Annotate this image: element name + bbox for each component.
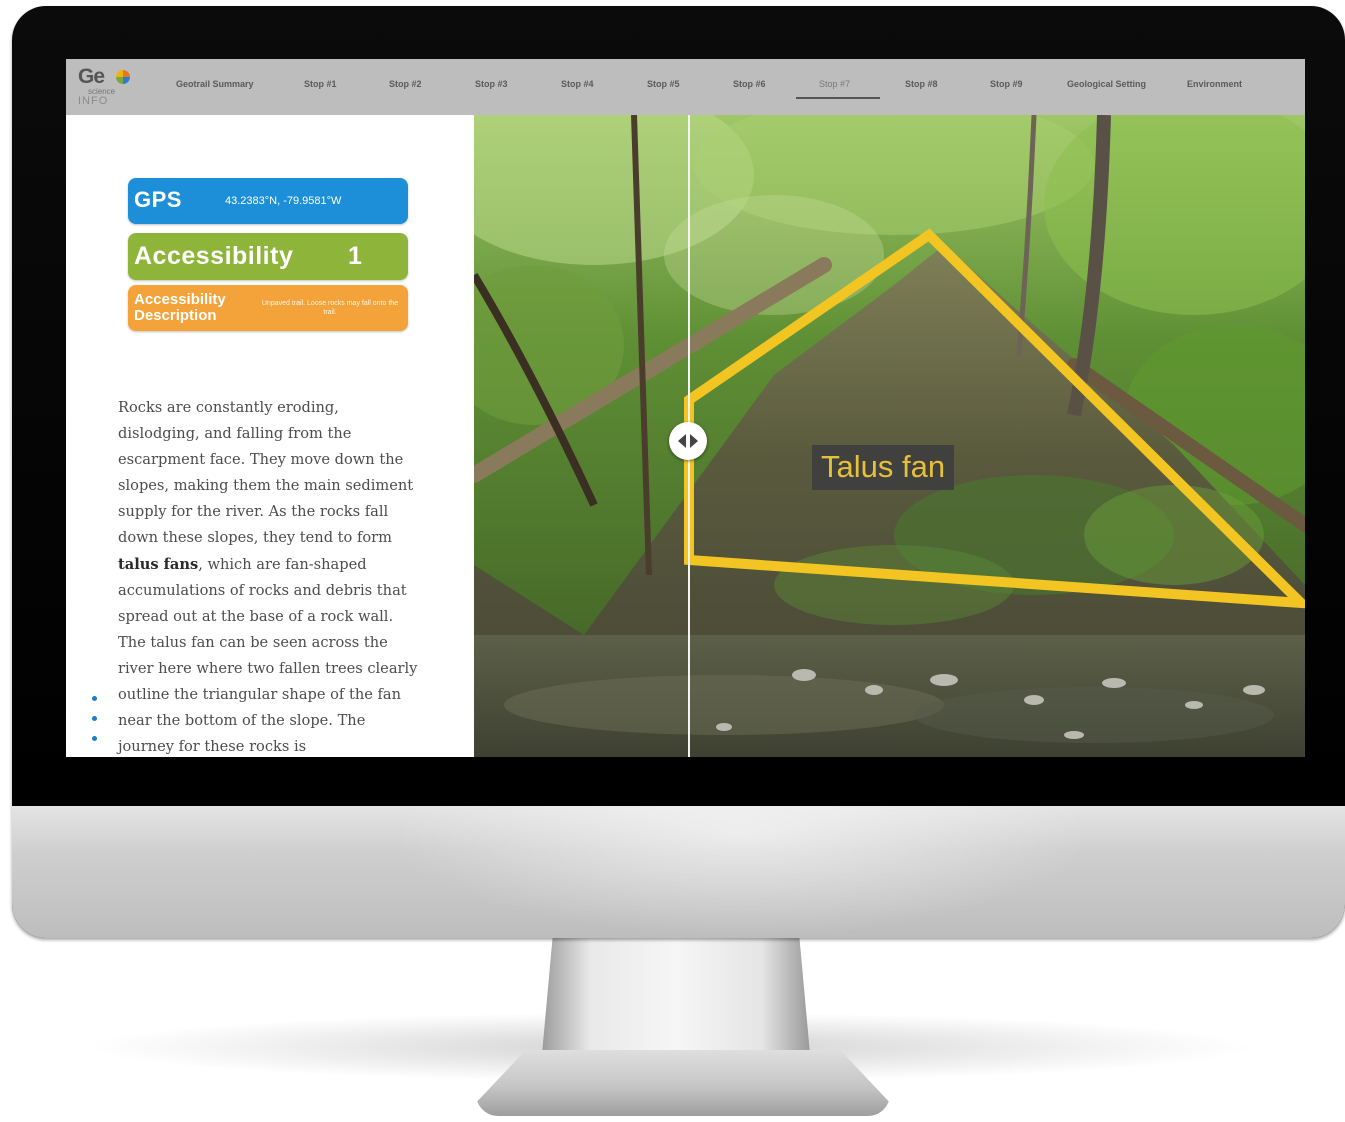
list-bullet bbox=[92, 696, 97, 701]
accessibility-badge: Accessibility 1 bbox=[128, 233, 408, 280]
monitor-chin-shine bbox=[392, 806, 1092, 938]
accessibility-description-text: Unpaved trail. Loose rocks may fall onto… bbox=[261, 300, 399, 316]
geoscience-info-logo[interactable]: Ge science INFO bbox=[78, 65, 138, 111]
talus-fans-term: talus fans bbox=[118, 555, 199, 573]
nav-environment[interactable]: Environment bbox=[1187, 79, 1242, 89]
nav-stop-3[interactable]: Stop #3 bbox=[475, 79, 508, 89]
nav-stop-5[interactable]: Stop #5 bbox=[647, 79, 680, 89]
nav-stop-4[interactable]: Stop #4 bbox=[561, 79, 594, 89]
monitor-stand-neck bbox=[542, 936, 810, 1054]
comparison-slider-handle[interactable] bbox=[669, 422, 707, 460]
nav-stop-7[interactable]: Stop #7 bbox=[819, 79, 850, 89]
list-bullet bbox=[92, 736, 97, 741]
screen: Ge science INFO Geotrail Summary Stop #1… bbox=[66, 59, 1305, 757]
slider-left-arrow-icon bbox=[678, 434, 686, 448]
body-text-part-2: , which are fan-shaped accumulations of … bbox=[118, 555, 418, 756]
stop-description-text: Rocks are constantly eroding, dislodging… bbox=[118, 395, 422, 757]
nav-stop-9[interactable]: Stop #9 bbox=[990, 79, 1023, 89]
nav-stop-2[interactable]: Stop #2 bbox=[389, 79, 422, 89]
nav-geological-setting[interactable]: Geological Setting bbox=[1067, 79, 1146, 89]
accessibility-description-label: Accessibility Description bbox=[134, 291, 226, 324]
talus-fan-photo bbox=[474, 115, 1305, 757]
stop-info-panel: GPS 43.2383°N, -79.9581°W Accessibility … bbox=[66, 115, 474, 757]
photo-comparison-slider[interactable]: Talus fan bbox=[474, 115, 1305, 757]
top-nav-bar: Ge science INFO Geotrail Summary Stop #1… bbox=[66, 59, 1305, 116]
logo-geo-text: Ge bbox=[78, 65, 105, 88]
gps-label: GPS bbox=[134, 187, 182, 212]
gps-badge: GPS 43.2383°N, -79.9581°W bbox=[128, 178, 408, 224]
globe-logo-icon bbox=[116, 70, 130, 84]
nav-stop-8[interactable]: Stop #8 bbox=[905, 79, 938, 89]
nav-stop-1[interactable]: Stop #1 bbox=[304, 79, 337, 89]
body-text-part-1: Rocks are constantly eroding, dislodging… bbox=[118, 399, 414, 547]
accessibility-description-badge: Accessibility Description Unpaved trail.… bbox=[128, 285, 408, 331]
list-bullet bbox=[92, 716, 97, 721]
logo-info-text: INFO bbox=[78, 95, 109, 107]
monitor-stand-foot bbox=[476, 1050, 890, 1116]
active-tab-underline bbox=[796, 97, 880, 99]
gps-coordinates: 43.2383°N, -79.9581°W bbox=[225, 195, 342, 207]
talus-fan-label: Talus fan bbox=[812, 445, 955, 490]
accessibility-rating: 1 bbox=[348, 242, 362, 270]
nav-geotrail-summary[interactable]: Geotrail Summary bbox=[176, 79, 254, 89]
nav-stop-6[interactable]: Stop #6 bbox=[733, 79, 766, 89]
accessibility-label: Accessibility bbox=[134, 242, 294, 270]
slider-right-arrow-icon bbox=[690, 434, 698, 448]
